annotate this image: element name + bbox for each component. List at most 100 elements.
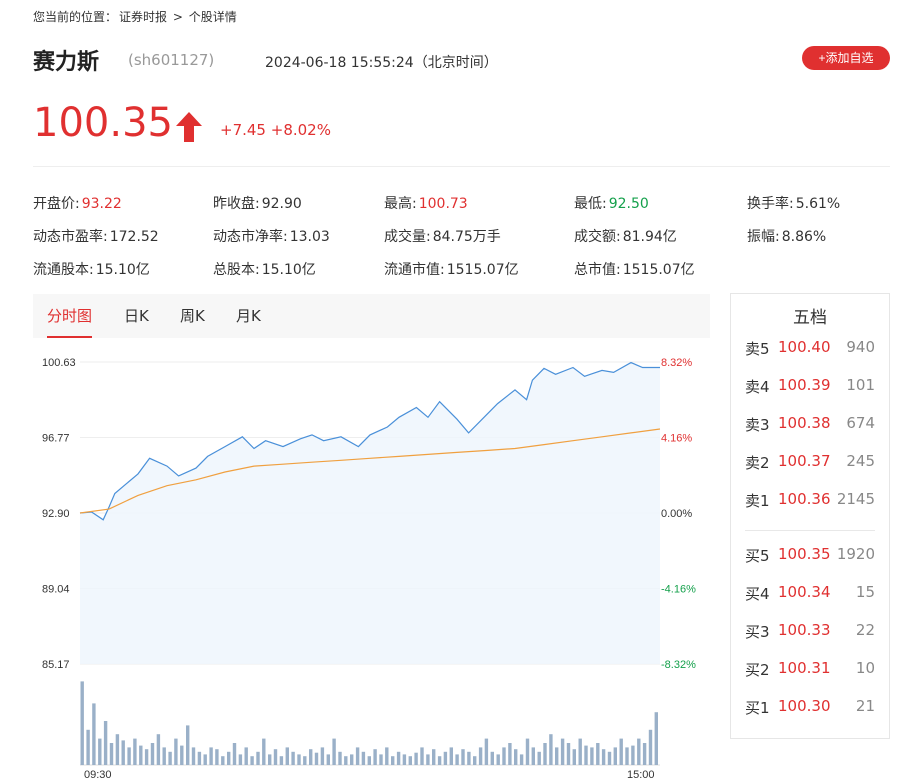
orderbook-level-label: 买5 <box>745 547 770 565</box>
stat-value: 15.10亿 <box>261 262 316 278</box>
price-area <box>80 362 660 664</box>
y-tick-label: 89.04 <box>42 584 70 596</box>
tab-monthly-k[interactable]: 月K <box>236 294 261 338</box>
volume-bar <box>590 747 594 765</box>
breadcrumb-home-link[interactable]: 证券时报 <box>119 10 167 24</box>
y-tick-label: 100.63 <box>42 357 76 369</box>
volume-bar <box>461 749 465 765</box>
stat-value: 92.90 <box>261 196 302 212</box>
volume-bar <box>285 747 289 765</box>
orderbook-quantity: 10 <box>855 659 875 677</box>
ask-row: 卖1 100.36 2145 <box>731 490 889 510</box>
volume-bar <box>250 756 254 765</box>
stat-item: 总市值: 1515.07亿 <box>574 259 695 279</box>
orderbook-title: 五档 <box>793 308 827 328</box>
volume-bar <box>338 751 342 765</box>
add-watchlist-button[interactable]: +添加自选 <box>802 46 890 70</box>
volume-bar <box>584 745 588 765</box>
stat-item: 成交额: 81.94亿 <box>574 226 677 246</box>
stat-label: 振幅: <box>747 229 780 245</box>
volume-bar <box>367 756 371 765</box>
stock-code: (sh601127) <box>128 51 215 69</box>
breadcrumb-prefix: 您当前的位置： <box>33 10 118 24</box>
volume-bar <box>303 756 307 765</box>
y-tick-label: 92.90 <box>42 508 70 520</box>
stat-label: 总股本: <box>213 262 260 278</box>
orderbook-price: 100.34 <box>778 583 831 601</box>
ask-row: 卖4 100.39 101 <box>731 376 889 396</box>
current-price: 100.35 <box>33 100 173 146</box>
volume-bar <box>437 756 442 765</box>
ask-row: 卖3 100.38 674 <box>731 414 889 434</box>
orderbook-divider <box>745 530 875 531</box>
stat-item: 振幅: 8.86% <box>747 226 826 246</box>
volume-bar <box>320 747 325 765</box>
stat-item: 开盘价: 93.22 <box>33 193 122 213</box>
orderbook-quantity: 21 <box>855 697 875 715</box>
volume-bar <box>549 734 553 765</box>
stat-item: 总股本: 15.10亿 <box>213 259 316 279</box>
volume-bar <box>478 747 483 765</box>
volume-bar <box>514 749 518 765</box>
volume-bar <box>80 681 84 765</box>
orderbook-quantity: 22 <box>855 621 875 639</box>
volume-bar <box>232 743 237 765</box>
tab-weekly-k[interactable]: 周K <box>180 294 205 338</box>
volume-bar <box>560 738 565 765</box>
bid-row: 买5 100.35 1920 <box>731 545 889 565</box>
volume-bar <box>227 751 231 765</box>
volume-bar <box>373 749 377 765</box>
volume-bar <box>525 738 530 765</box>
stat-value: 1515.07亿 <box>622 262 695 278</box>
volume-bar <box>186 725 190 765</box>
stat-value: 5.61% <box>795 196 841 212</box>
volume-bar <box>355 747 360 765</box>
volume-bar <box>262 738 266 765</box>
volume-bar <box>396 751 401 765</box>
volume-bar <box>543 743 547 765</box>
orderbook-quantity: 245 <box>846 452 875 470</box>
tab-intraday[interactable]: 分时图 <box>47 294 93 338</box>
volume-bar <box>309 749 313 765</box>
volume-bar <box>121 740 125 765</box>
stat-value: 1515.07亿 <box>446 262 519 278</box>
volume-bar <box>144 749 149 765</box>
stat-label: 最低: <box>574 196 607 212</box>
orderbook-level-label: 卖4 <box>745 378 770 396</box>
volume-bar <box>268 754 272 765</box>
orderbook-quantity: 940 <box>846 338 875 356</box>
volume-bar <box>385 747 389 765</box>
volume-bar <box>637 738 641 765</box>
stat-value: 84.75万手 <box>432 229 501 245</box>
volume-bar <box>86 729 90 765</box>
stat-value: 93.22 <box>81 196 122 212</box>
volume-bar <box>273 749 278 765</box>
breadcrumb-separator: > <box>169 10 187 24</box>
volume-bar <box>314 752 319 765</box>
stat-value: 8.86% <box>781 229 827 245</box>
volume-bar <box>484 738 489 765</box>
orderbook-level-label: 卖2 <box>745 454 770 472</box>
stat-label: 成交额: <box>574 229 621 245</box>
header-divider <box>33 166 890 167</box>
volume-bar <box>256 751 260 765</box>
stat-label: 总市值: <box>574 262 621 278</box>
tab-daily-k[interactable]: 日K <box>124 294 149 338</box>
volume-bar <box>109 743 114 765</box>
ask-row: 卖5 100.40 940 <box>731 338 889 358</box>
stat-label: 流通市值: <box>384 262 445 278</box>
orderbook-price: 100.38 <box>778 414 831 432</box>
volume-bar <box>596 743 600 765</box>
volume-bar <box>203 754 207 765</box>
orderbook-level-label: 买4 <box>745 585 770 603</box>
stat-value: 92.50 <box>608 196 649 212</box>
intraday-chart[interactable]: 100.63 96.77 92.90 89.04 85.17 8.32% 4.16% 0.00… <box>30 345 720 780</box>
volume-bar <box>408 756 412 765</box>
orderbook-level-label: 买2 <box>745 661 770 679</box>
volume-bar <box>531 747 535 765</box>
volume-bar <box>402 754 407 765</box>
stat-item: 动态市净率: 13.03 <box>213 226 330 246</box>
volume-bar <box>361 751 366 765</box>
stat-label: 成交量: <box>384 229 431 245</box>
volume-bar <box>555 747 559 765</box>
